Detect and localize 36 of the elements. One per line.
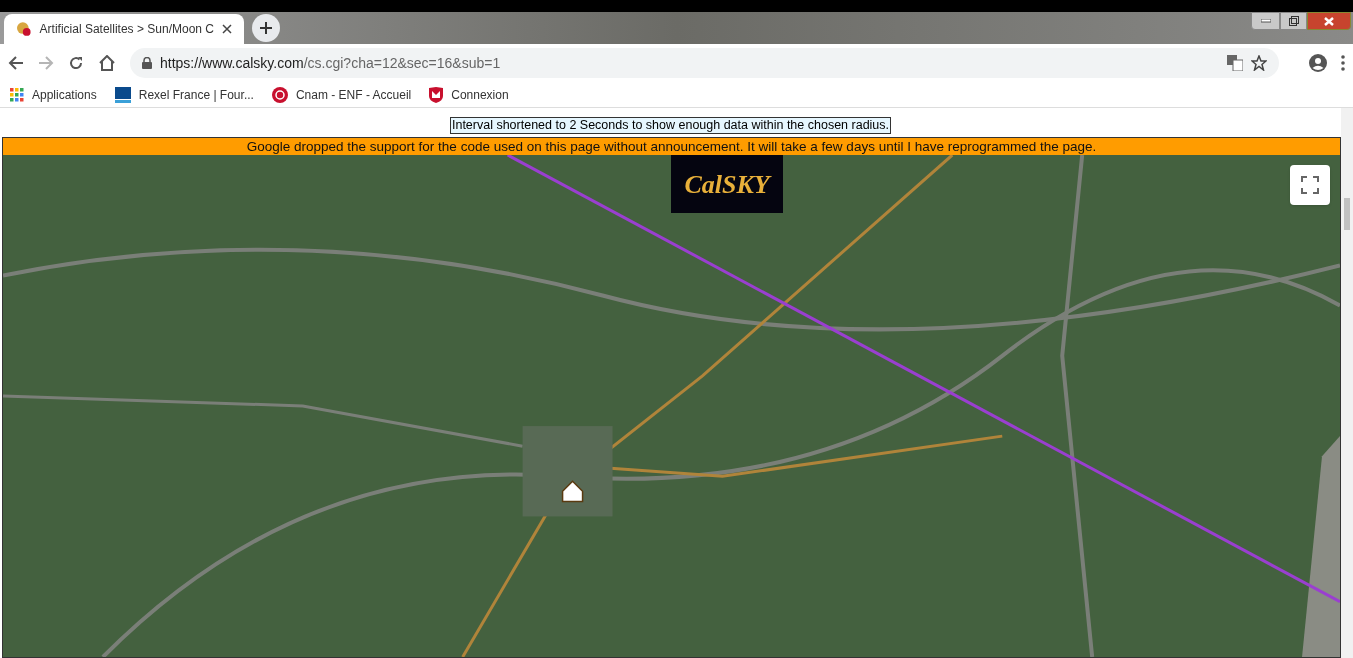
lock-icon xyxy=(142,57,152,69)
close-icon[interactable] xyxy=(222,24,232,34)
close-icon xyxy=(1324,16,1334,26)
fullscreen-button[interactable] xyxy=(1290,165,1330,205)
close-window-button[interactable] xyxy=(1307,12,1351,30)
bookmark-link[interactable]: Applications xyxy=(32,85,97,104)
reload-icon[interactable] xyxy=(68,55,84,71)
restore-icon xyxy=(1288,16,1299,26)
star-icon[interactable] xyxy=(1251,55,1267,71)
bookmark-icon xyxy=(114,86,131,103)
bookmark-link[interactable]: Connexion xyxy=(451,85,509,104)
plus-icon xyxy=(260,22,272,34)
new-tab-button[interactable] xyxy=(252,14,280,42)
restore-button[interactable] xyxy=(1280,12,1307,30)
apps-grid-icon xyxy=(10,87,24,102)
notice-text: Interval shortened to 2 Seconds to show enough data within the chosen radius. xyxy=(449,117,892,134)
account-icon[interactable] xyxy=(1309,54,1327,72)
warning-banner: Google dropped the support for the code used on this page without announcement. It will take a few days until I have reprogrammed the page. xyxy=(3,138,1340,155)
address-bar[interactable]: https://www.calsky.com/cs.cgi?cha=12&sec=16&sub=1 xyxy=(130,48,1279,78)
translate-icon[interactable] xyxy=(1227,55,1243,71)
map[interactable]: CalSKY xyxy=(3,155,1340,657)
home-icon[interactable] xyxy=(98,55,116,71)
bookmark-icon xyxy=(271,86,288,103)
fullscreen-icon xyxy=(1301,176,1319,194)
satellite-favicon xyxy=(16,21,32,37)
scrollbar[interactable] xyxy=(1341,108,1353,658)
minimize-icon xyxy=(1260,19,1271,23)
shield-icon xyxy=(429,86,444,103)
url-text: https://www.calsky.com/cs.cgi?cha=12&sec=16&sub=1 xyxy=(160,53,501,73)
tab-title: Artificial Satellites > Sun/Moon C xyxy=(39,21,214,38)
bookmark-link[interactable]: Cnam - ENF - Accueil xyxy=(295,85,412,104)
browser-tab[interactable]: Artificial Satellites > Sun/Moon C xyxy=(4,14,244,44)
menu-icon[interactable] xyxy=(1341,55,1345,71)
back-arrow-icon[interactable] xyxy=(8,55,24,71)
bookmark-link[interactable]: Rexel France | Four... xyxy=(138,85,254,104)
calsky-logo: CalSKY xyxy=(684,168,770,201)
